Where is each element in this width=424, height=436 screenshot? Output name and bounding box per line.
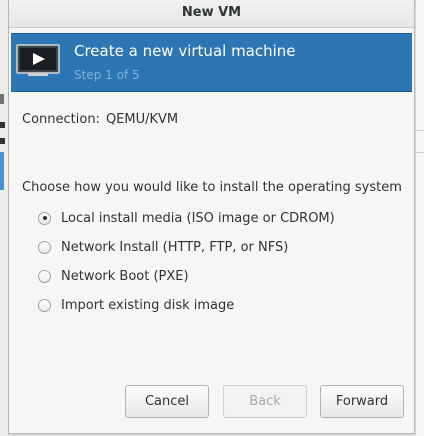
option-network-install[interactable]: Network Install (HTTP, FTP, or NFS) <box>38 238 288 256</box>
radio-import-disk-image[interactable] <box>38 298 51 312</box>
wizard-title: Create a new virtual machine <box>74 42 296 60</box>
option-label[interactable]: Network Boot (PXE) <box>61 269 189 284</box>
background-window-edge-right <box>416 0 424 436</box>
radio-local-install-media[interactable] <box>38 211 51 225</box>
wizard-banner: Create a new virtual machine Step 1 of 5 <box>11 33 412 92</box>
option-label[interactable]: Local install media (ISO image or CDROM) <box>61 211 335 226</box>
forward-button[interactable]: Forward <box>320 385 404 418</box>
window-title[interactable]: New VM <box>9 0 414 28</box>
install-method-prompt: Choose how you would like to install the… <box>22 180 402 195</box>
back-button[interactable]: Back <box>223 385 307 418</box>
radio-network-boot[interactable] <box>38 269 51 283</box>
connection-label: Connection: <box>22 112 100 127</box>
connection-row: Connection: QEMU/KVM <box>22 112 178 127</box>
background-window-edge <box>0 0 8 436</box>
radio-network-install[interactable] <box>38 240 51 254</box>
cancel-button[interactable]: Cancel <box>125 385 209 418</box>
option-import-disk-image[interactable]: Import existing disk image <box>38 296 234 314</box>
connection-value: QEMU/KVM <box>105 112 179 127</box>
option-label[interactable]: Import existing disk image <box>61 298 234 313</box>
new-vm-dialog: New VM Create a new virtual machine Step… <box>8 0 415 434</box>
option-local-install-media[interactable]: Local install media (ISO image or CDROM) <box>38 209 335 227</box>
vm-screen-play-icon <box>16 44 60 76</box>
option-label[interactable]: Network Install (HTTP, FTP, or NFS) <box>61 240 288 255</box>
wizard-step-indicator: Step 1 of 5 <box>74 68 140 82</box>
option-network-boot[interactable]: Network Boot (PXE) <box>38 267 189 285</box>
